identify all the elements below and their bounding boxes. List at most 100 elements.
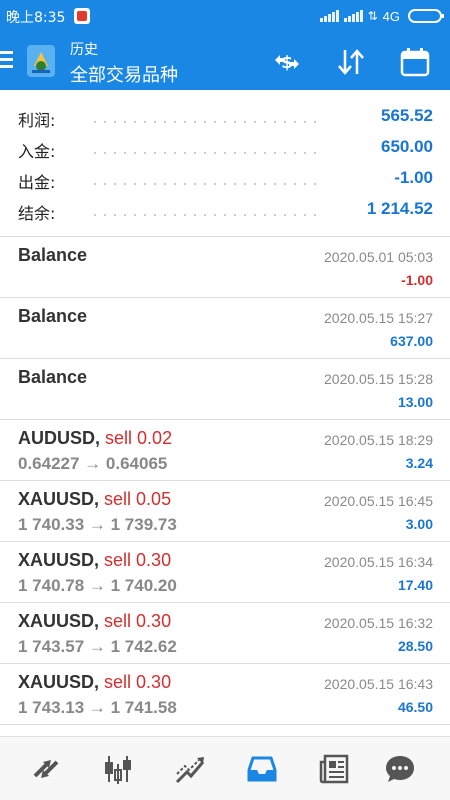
summary-row-withdrawal: 出金: -1.00 [0, 165, 450, 196]
trade-title: AUDUSD, sell 0.02 [18, 428, 172, 449]
trade-prices: 1 740.33 → 1 739.73 [18, 515, 177, 534]
bottom-navigation [0, 736, 450, 800]
account-summary: 利润: 565.52 入金: 650.00 出金: -1.00 结余: 1 21… [0, 98, 450, 236]
history-row[interactable]: XAUUSD, sell 0.30 1 743.13 → 1 741.58 20… [0, 664, 450, 725]
app-toolbar: 历史 全部交易品种 $ [0, 33, 450, 90]
nav-news[interactable] [316, 751, 352, 787]
trade-time: 2020.05.15 16:34 [324, 554, 433, 570]
trade-side: sell 0.30 [104, 550, 172, 570]
trade-profit: 13.00 [397, 394, 433, 410]
sort-button[interactable] [334, 45, 368, 79]
trade-prices: 1 743.57 → 1 742.62 [18, 637, 177, 656]
trade-prices: 0.64227 → 0.64065 [18, 454, 168, 473]
status-time: 晚上8:35 [6, 10, 66, 26]
summary-label: 结余: [18, 204, 56, 223]
summary-label: 利润: [18, 111, 56, 130]
signal-strength-icon-2 [343, 10, 363, 22]
deposit-filter-button[interactable]: $ [270, 45, 304, 79]
trade-profit: 3.00 [405, 516, 433, 532]
history-row[interactable]: XAUUSD, sell 0.05 1 740.33 → 1 739.73 20… [0, 481, 450, 542]
summary-value: 1 214.52 [366, 199, 433, 218]
summary-label: 入金: [18, 142, 56, 161]
trade-symbol: Balance [18, 245, 88, 265]
dotted-leader [90, 214, 320, 216]
news-icon [319, 754, 349, 784]
trade-title: XAUUSD, sell 0.30 [18, 611, 171, 632]
trade-time: 2020.05.15 16:43 [324, 676, 433, 692]
calendar-icon [400, 48, 430, 77]
trade-profit: 46.50 [397, 699, 433, 715]
trade-line-icon [175, 757, 205, 784]
trade-title: XAUUSD, sell 0.30 [18, 672, 171, 693]
trade-prices: 1 740.78 → 1 740.20 [18, 576, 177, 595]
signal-strength-icon [319, 10, 339, 22]
summary-label: 出金: [18, 173, 56, 192]
status-bar: 晚上8:35 ⇅ 4G [0, 0, 450, 33]
chat-bubble-icon [386, 756, 414, 782]
summary-row-balance: 结余: 1 214.52 [0, 196, 450, 227]
trade-side: sell 0.05 [104, 489, 172, 509]
nav-chat[interactable] [382, 751, 418, 787]
history-row[interactable]: Balance 2020.05.15 15:27 637.00 [0, 298, 450, 359]
summary-value: 565.52 [381, 106, 433, 125]
history-row[interactable]: XAUUSD, sell 0.30 1 743.57 → 1 742.62 20… [0, 603, 450, 664]
battery-icon [408, 9, 444, 23]
notification-app-icon [74, 8, 90, 24]
trade-symbol: AUDUSD, [18, 428, 101, 448]
summary-value: 650.00 [381, 137, 433, 156]
history-row[interactable]: Balance 2020.05.15 15:28 13.00 [0, 359, 450, 420]
trade-profit: 17.40 [397, 577, 433, 593]
summary-row-deposit: 入金: 650.00 [0, 134, 450, 165]
trade-symbol: XAUUSD, [18, 672, 100, 692]
data-transfer-icon: ⇅ [367, 9, 378, 23]
trade-symbol: XAUUSD, [18, 489, 100, 509]
trade-profit: 637.00 [390, 333, 433, 349]
nav-chart[interactable] [100, 751, 136, 787]
trade-symbol: XAUUSD, [18, 550, 100, 570]
symbol-filter-label[interactable]: 全部交易品种 [70, 61, 178, 87]
nav-history[interactable] [244, 751, 280, 787]
trade-time: 2020.05.15 16:45 [324, 493, 433, 509]
trade-profit: -1.00 [401, 272, 433, 288]
trade-profit: 28.50 [397, 638, 433, 654]
dollar-exchange-icon: $ [275, 53, 299, 73]
trade-time: 2020.05.01 05:03 [324, 249, 433, 265]
history-row[interactable]: Balance 2020.05.01 05:03 -1.00 [0, 237, 450, 298]
trade-side: sell 0.30 [104, 672, 172, 692]
dotted-leader [90, 152, 320, 154]
inbox-history-icon [247, 756, 277, 782]
summary-value: -1.00 [394, 168, 433, 187]
trade-symbol: XAUUSD, [18, 611, 100, 631]
summary-row-profit: 利润: 565.52 [0, 103, 450, 134]
trade-title: XAUUSD, sell 0.30 [18, 550, 171, 571]
calendar-button[interactable] [398, 45, 432, 79]
nav-quotes[interactable] [28, 751, 64, 787]
trade-title: Balance [18, 367, 87, 388]
network-type: 4G [382, 8, 400, 24]
trade-title: XAUUSD, sell 0.05 [18, 489, 171, 510]
page-title: 历史 [70, 42, 98, 58]
dotted-leader [90, 183, 320, 185]
quotes-arrows-icon [33, 760, 59, 778]
candlestick-chart-icon [105, 756, 131, 784]
trade-side: sell 0.02 [105, 428, 173, 448]
dotted-leader [90, 121, 320, 123]
trade-profit: 3.24 [405, 455, 433, 471]
sort-arrows-icon [338, 49, 364, 75]
trade-time: 2020.05.15 15:28 [324, 371, 433, 387]
menu-icon[interactable] [0, 51, 14, 69]
trade-symbol: Balance [18, 306, 88, 326]
trade-side: sell 0.30 [104, 611, 172, 631]
status-indicators: ⇅ 4G [319, 7, 444, 25]
trade-time: 2020.05.15 15:27 [324, 310, 433, 326]
trade-title: Balance [18, 306, 87, 327]
trade-title: Balance [18, 245, 87, 266]
trade-symbol: Balance [18, 367, 88, 387]
history-row[interactable]: AUDUSD, sell 0.02 0.64227 → 0.64065 2020… [0, 420, 450, 481]
nav-trade[interactable] [172, 751, 208, 787]
app-logo-icon [27, 45, 55, 77]
history-row[interactable]: XAUUSD, sell 0.30 1 740.78 → 1 740.20 20… [0, 542, 450, 603]
trade-time: 2020.05.15 18:29 [324, 432, 433, 448]
trade-time: 2020.05.15 16:32 [324, 615, 433, 631]
trade-prices: 1 743.13 → 1 741.58 [18, 698, 177, 717]
